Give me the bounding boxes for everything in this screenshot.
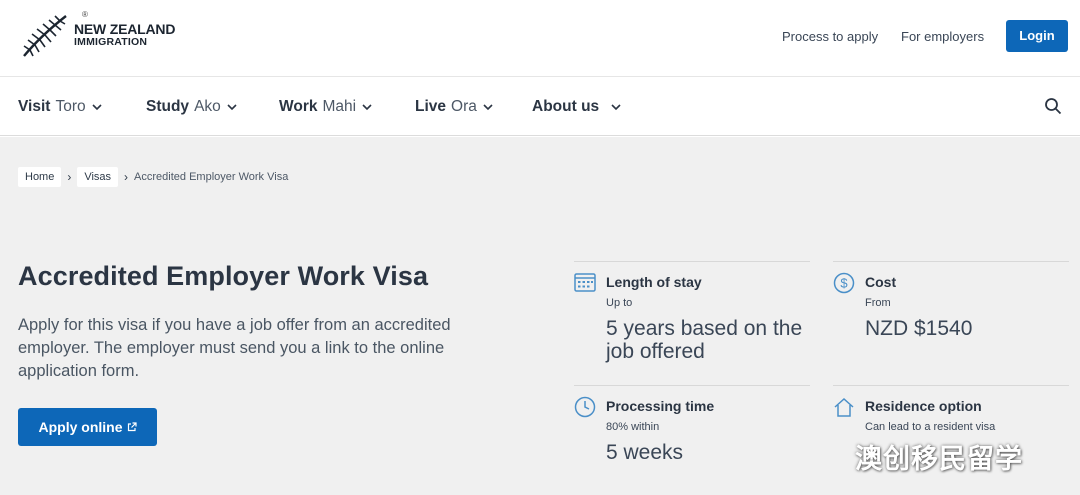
main-navigation: Visit Toro Study Ako Work Mahi Live Ora … [0,78,1080,136]
logo-line-1: NEW ZEALAND [74,21,176,37]
breadcrumb-visas[interactable]: Visas [77,167,119,187]
logo-line-2: IMMIGRATION [74,36,148,48]
dollar-icon: $ [833,272,855,294]
calendar-icon [574,273,596,292]
chevron-down-icon [227,104,237,111]
fact-subtitle: Can lead to a resident visa [865,421,996,433]
fact-subtitle: Up to [606,297,633,309]
search-icon[interactable] [1044,97,1062,115]
fact-cost: $ Cost From NZD $1540 [833,261,1069,385]
fact-length-of-stay: Length of stay Up to 5 years based on th… [574,261,810,385]
fact-value: NZD $1540 [865,317,973,340]
chevron-right-icon: › [67,170,72,184]
fact-subtitle: 80% within [606,421,660,433]
silver-fern-icon [23,15,67,57]
top-header: ® NEW ZEALAND IMMIGRATION Process to app… [0,0,1080,77]
nz-immigration-logo[interactable]: ® NEW ZEALAND IMMIGRATION [20,10,176,60]
login-button[interactable]: Login [1006,20,1068,52]
page-title: Accredited Employer Work Visa [18,261,429,291]
process-to-apply-link[interactable]: Process to apply [782,29,878,44]
breadcrumb: Home › Visas › Accredited Employer Work … [18,167,288,187]
house-icon [834,397,854,417]
nav-label-maori: Toro [55,98,86,115]
chevron-right-icon: › [124,170,129,184]
nav-item-study[interactable]: Study Ako [146,98,237,116]
nav-item-visit[interactable]: Visit Toro [18,98,102,116]
clock-icon [574,396,596,418]
external-link-icon [127,422,137,432]
chevron-down-icon [362,104,372,111]
intro-text: Apply for this visa if you have a job of… [18,316,451,380]
nav-label: About us [532,98,600,115]
nav-label-maori: Ora [451,98,477,115]
nav-label: Work [279,98,318,115]
breadcrumb-home[interactable]: Home [18,167,62,187]
chevron-down-icon [611,104,621,111]
nav-label-maori: Ako [194,98,221,115]
fact-subtitle: From [865,297,891,309]
nav-item-about-us[interactable]: About us [532,98,621,116]
fact-value: 5 years based on the job offered [606,317,803,363]
nav-label-maori: Mahi [322,98,357,115]
for-employers-link[interactable]: For employers [901,29,984,44]
apply-online-button[interactable]: Apply online [18,408,157,446]
nav-item-work[interactable]: Work Mahi [279,98,372,116]
chevron-down-icon [92,104,102,111]
fact-title: Length of stay [606,274,702,290]
fact-title: Cost [865,274,897,290]
apply-online-label: Apply online [38,419,123,435]
nav-item-live[interactable]: Live Ora [415,98,493,116]
chevron-down-icon [483,104,493,111]
logo-wordmark: NEW ZEALAND IMMIGRATION [74,21,176,49]
registered-mark: ® [82,10,88,19]
fact-processing-time: Processing time 80% within 5 weeks [574,385,810,495]
nav-label: Study [146,98,190,115]
svg-text:$: $ [840,276,848,291]
watermark-text: 澳创移民留学 [855,444,1023,474]
breadcrumb-current: Accredited Employer Work Visa [134,171,289,183]
nav-label: Live [415,98,447,115]
fact-value: 5 weeks [606,441,684,464]
fact-title: Processing time [606,398,715,414]
fact-title: Residence option [865,398,982,414]
nav-label: Visit [18,98,51,115]
